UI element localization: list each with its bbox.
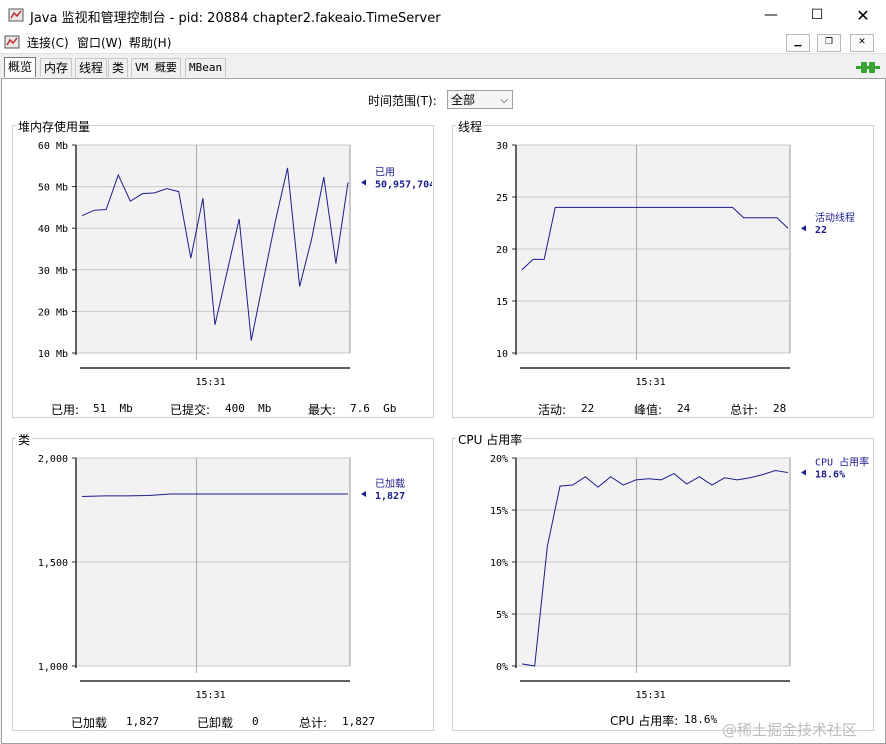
heap-y-tick-label: 40 Mb bbox=[38, 224, 68, 235]
cpu-y-tick-label: 20% bbox=[490, 454, 508, 465]
threads-y-tick-label: 10 bbox=[496, 349, 508, 360]
threads-y-tick-label: 25 bbox=[496, 193, 508, 204]
cpu-y-tick-label: 15% bbox=[490, 506, 508, 517]
heap-used-value: 51 Mb bbox=[93, 402, 133, 415]
classes-legend-name: 已加载 bbox=[375, 478, 405, 490]
time-range-label: 时间范围(T): bbox=[368, 94, 437, 108]
time-range-value: 全部 bbox=[451, 93, 476, 107]
classes-y-tick-label: 1,000 bbox=[38, 662, 68, 673]
heap-legend-value: 50,957,704 bbox=[375, 179, 432, 190]
threads-x-tick-label: 15:31 bbox=[636, 377, 666, 388]
heap-y-tick-label: 50 Mb bbox=[38, 183, 68, 194]
classes-y-tick-label: 1,500 bbox=[38, 558, 68, 569]
cpu-y-tick-label: 10% bbox=[490, 558, 508, 569]
threads-live-value: 22 bbox=[581, 402, 595, 415]
threads-legend-name: 活动线程 bbox=[815, 211, 855, 224]
connected-plug-icon bbox=[856, 62, 880, 73]
heap-legend-marker bbox=[361, 179, 366, 186]
threads-y-tick-label: 15 bbox=[496, 297, 508, 308]
threads-legend-marker bbox=[801, 225, 806, 232]
title-bar: Java 监视和管理控制台 - pid: 20884 chapter2.fake… bbox=[0, 0, 886, 31]
classes-loaded-value: 1,827 bbox=[126, 715, 160, 728]
app-icon[interactable] bbox=[4, 34, 20, 50]
heap-legend-name: 已用 bbox=[375, 167, 395, 178]
menu-window[interactable]: 窗口(W) bbox=[77, 34, 122, 51]
tab-memory[interactable]: 内存 bbox=[40, 58, 73, 77]
tab-mbean[interactable]: MBean bbox=[185, 58, 227, 77]
threads-chart: 30 25 20 15 10 15:31 活动线程22 bbox=[496, 141, 855, 388]
cpu-usage-label: CPU 占用率: bbox=[610, 714, 679, 728]
cpu-y-tick-label: 5% bbox=[496, 610, 508, 621]
tab-threads[interactable]: 线程 bbox=[75, 58, 108, 77]
cpu-legend-name: CPU 占用率 bbox=[815, 456, 869, 469]
chevron-down-icon: ⌵ bbox=[500, 95, 508, 106]
threads-peak-label: 峰值: bbox=[634, 403, 663, 417]
heap-y-tick-label: 20 Mb bbox=[38, 307, 68, 318]
menu-connection[interactable]: 连接(C) bbox=[27, 34, 69, 51]
heap-y-tick-label: 60 Mb bbox=[38, 141, 68, 152]
classes-legend-marker bbox=[361, 490, 366, 497]
classes-total-label: 总计: bbox=[299, 716, 328, 730]
classes-x-tick-label: 15:31 bbox=[196, 690, 226, 701]
menu-bar: 连接(C) 窗口(W) 帮助(H) ▁ ❐ ✕ bbox=[0, 31, 886, 54]
time-range-select[interactable]: 全部 ⌵ bbox=[447, 90, 513, 109]
heap-max-label: 最大: bbox=[308, 403, 337, 417]
java-console-icon bbox=[8, 8, 24, 22]
threads-y-tick-label: 20 bbox=[496, 245, 508, 256]
mdi-minimize-icon[interactable]: ▁ bbox=[786, 34, 810, 52]
classes-total-value: 1,827 bbox=[342, 715, 376, 728]
tab-vm-summary[interactable]: VM 概要 bbox=[131, 58, 181, 77]
threads-total-label: 总计: bbox=[730, 403, 759, 417]
maximize-icon[interactable]: ☐ bbox=[794, 0, 840, 31]
watermark: @稀土掘金技术社区 bbox=[722, 721, 858, 739]
tab-classes[interactable]: 类 bbox=[108, 58, 129, 77]
mdi-restore-icon[interactable]: ❐ bbox=[817, 34, 841, 52]
heap-committed-label: 已提交: bbox=[170, 403, 211, 417]
threads-total-value: 28 bbox=[773, 402, 787, 415]
cpu-y-tick-label: 0% bbox=[496, 662, 508, 673]
heap-memory-chart: 60 Mb 50 Mb 40 Mb 30 Mb 20 Mb 10 Mb 15:31 已用50,… bbox=[38, 141, 432, 388]
minimize-icon[interactable]: — bbox=[748, 0, 794, 31]
classes-unloaded-value: 0 bbox=[252, 715, 259, 728]
mdi-close-icon[interactable]: ✕ bbox=[850, 34, 874, 52]
classes-chart: 2,000 1,500 1,000 15:31 已加载1,827 bbox=[38, 454, 405, 701]
cpu-legend-value: 18.6% bbox=[815, 470, 845, 481]
threads-legend-value: 22 bbox=[815, 225, 827, 236]
heap-y-tick-label: 10 Mb bbox=[38, 349, 68, 360]
classes-y-tick-label: 2,000 bbox=[38, 454, 68, 465]
tab-overview[interactable]: 概览 bbox=[4, 57, 37, 77]
classes-unloaded-label: 已卸载 bbox=[197, 716, 234, 730]
heap-max-value: 7.6 Gb bbox=[350, 402, 397, 415]
cpu-legend-marker bbox=[801, 469, 806, 476]
classes-legend-value: 1,827 bbox=[375, 491, 405, 502]
classes-loaded-label: 已加载 bbox=[71, 716, 108, 730]
cpu-x-tick-label: 15:31 bbox=[636, 690, 666, 701]
heap-x-tick-label: 15:31 bbox=[196, 377, 226, 388]
cpu-usage-value: 18.6% bbox=[684, 713, 718, 726]
threads-live-label: 活动: bbox=[538, 403, 567, 417]
menu-help[interactable]: 帮助(H) bbox=[129, 34, 171, 51]
tab-bar: 概览 内存 线程 类 VM 概要 MBean bbox=[0, 56, 886, 78]
heap-committed-value: 400 Mb bbox=[225, 402, 272, 415]
threads-peak-value: 24 bbox=[677, 402, 691, 415]
window-title: Java 监视和管理控制台 - pid: 20884 chapter2.fake… bbox=[30, 11, 441, 26]
close-icon[interactable]: ✕ bbox=[840, 0, 886, 31]
threads-y-tick-label: 30 bbox=[496, 141, 508, 152]
cpu-chart: 20% 15% 10% 5% 0% 15:31 CPU 占用率18.6% bbox=[490, 454, 869, 701]
heap-y-tick-label: 30 Mb bbox=[38, 266, 68, 277]
heap-used-label: 已用: bbox=[51, 403, 80, 417]
